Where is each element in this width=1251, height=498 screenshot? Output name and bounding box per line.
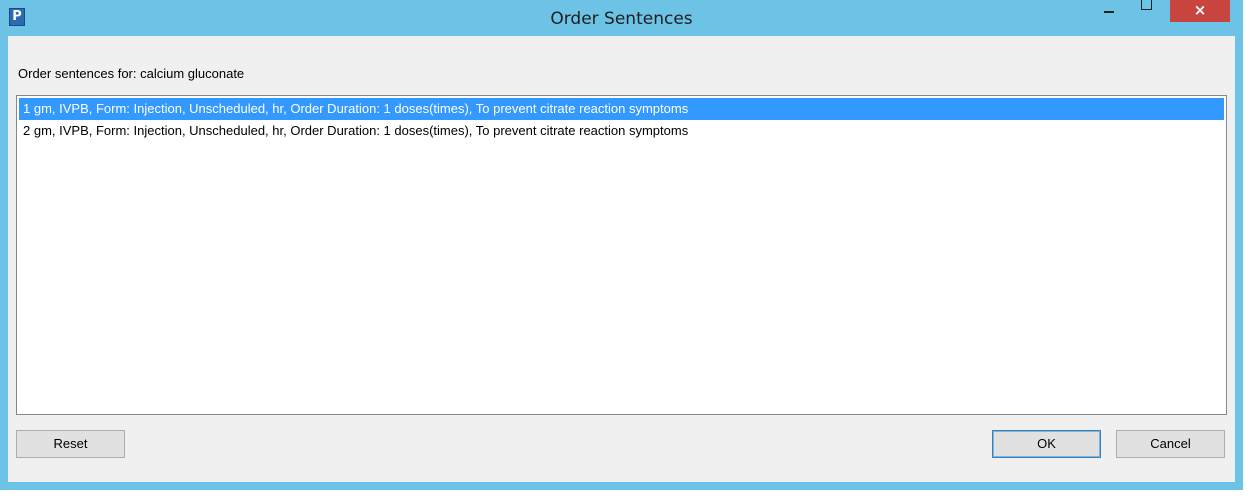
order-sentences-prompt: Order sentences for: calcium gluconate [18, 66, 245, 81]
ok-button[interactable]: OK [992, 430, 1101, 458]
order-sentences-list[interactable]: 1 gm, IVPB, Form: Injection, Unscheduled… [16, 95, 1227, 415]
cancel-button[interactable]: Cancel [1116, 430, 1225, 458]
close-button[interactable]: × [1170, 0, 1230, 22]
title-bar[interactable]: P Order Sentences × [0, 0, 1243, 36]
window-title: Order Sentences [550, 9, 693, 29]
maximize-icon [1141, 0, 1152, 10]
list-item[interactable]: 2 gm, IVPB, Form: Injection, Unscheduled… [19, 120, 1224, 142]
close-icon: × [1193, 1, 1207, 19]
reset-button[interactable]: Reset [16, 430, 125, 458]
dialog-body: Order sentences for: calcium gluconate 1… [8, 36, 1235, 482]
order-sentences-window: P Order Sentences × Order sentences for:… [0, 0, 1243, 490]
maximize-button[interactable] [1130, 0, 1164, 22]
minimize-button[interactable] [1093, 0, 1127, 22]
minimize-icon [1104, 11, 1114, 13]
list-item[interactable]: 1 gm, IVPB, Form: Injection, Unscheduled… [19, 98, 1224, 120]
